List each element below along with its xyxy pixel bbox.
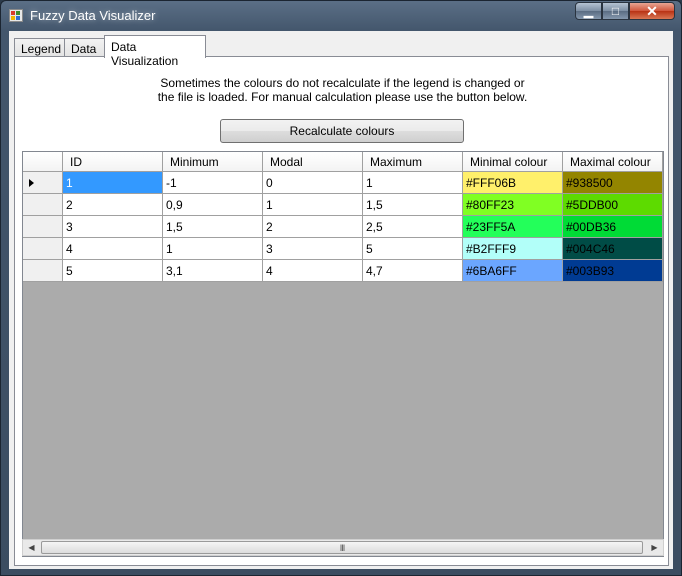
cell-maximal-colour[interactable]: #004C46 <box>563 238 663 260</box>
table-row[interactable]: 1 -1 0 1 #FFF06B #938500 <box>23 172 663 194</box>
column-header-minimal-colour[interactable]: Minimal colour <box>463 152 563 172</box>
tab-data-visualization[interactable]: Data Visualization <box>104 35 206 68</box>
grid-header-row: ID Minimum Modal Maximum Minimal colour … <box>23 152 663 174</box>
app-icon <box>9 9 23 22</box>
app-window: Fuzzy Data Visualizer ▁ □ ✕ Legend Data … <box>0 0 682 576</box>
client-area: Legend Data Data Visualization Sometimes… <box>9 31 673 569</box>
cell-modal[interactable]: 1 <box>263 194 363 216</box>
data-grid[interactable]: ID Minimum Modal Maximum Minimal colour … <box>22 151 664 557</box>
tab-data[interactable]: Data <box>64 38 106 57</box>
cell-modal[interactable]: 2 <box>263 216 363 238</box>
table-row[interactable]: 3 1,5 2 2,5 #23FF5A #00DB36 <box>23 216 663 238</box>
close-button[interactable]: ✕ <box>629 2 675 20</box>
column-header-id[interactable]: ID <box>63 152 163 172</box>
cell-id[interactable]: 5 <box>63 260 163 282</box>
data-visualization-page: Sometimes the colours do not recalculate… <box>14 56 669 566</box>
cell-modal[interactable]: 3 <box>263 238 363 260</box>
cell-maximum[interactable]: 1,5 <box>363 194 463 216</box>
column-header-maximum[interactable]: Maximum <box>363 152 463 172</box>
cell-minimal-colour[interactable]: #6BA6FF <box>463 260 563 282</box>
cell-minimal-colour[interactable]: #80FF23 <box>463 194 563 216</box>
cell-id[interactable]: 3 <box>63 216 163 238</box>
cell-maximal-colour[interactable]: #5DDB00 <box>563 194 663 216</box>
cell-minimum[interactable]: 0,9 <box>163 194 263 216</box>
tab-legend[interactable]: Legend <box>14 38 65 57</box>
scroll-thumb[interactable]: III <box>41 541 643 554</box>
current-row-arrow-icon <box>29 179 34 187</box>
info-line-2: the file is loaded. For manual calculati… <box>157 90 528 104</box>
cell-maximum[interactable]: 2,5 <box>363 216 463 238</box>
corner-header[interactable] <box>23 152 63 172</box>
table-row[interactable]: 2 0,9 1 1,5 #80FF23 #5DDB00 <box>23 194 663 216</box>
cell-maximal-colour[interactable]: #00DB36 <box>563 216 663 238</box>
scroll-right-icon[interactable]: ▶ <box>646 540 663 555</box>
recalculate-colours-button[interactable]: Recalculate colours <box>220 119 464 143</box>
row-header[interactable] <box>23 260 63 282</box>
cell-minimal-colour[interactable]: #FFF06B <box>463 172 563 194</box>
cell-minimum[interactable]: -1 <box>163 172 263 194</box>
cell-modal[interactable]: 0 <box>263 172 363 194</box>
column-header-minimum[interactable]: Minimum <box>163 152 263 172</box>
title-bar[interactable]: Fuzzy Data Visualizer ▁ □ ✕ <box>1 1 681 31</box>
cell-id[interactable]: 4 <box>63 238 163 260</box>
info-line-1: Sometimes the colours do not recalculate… <box>160 76 525 90</box>
cell-minimum[interactable]: 3,1 <box>163 260 263 282</box>
minimize-button[interactable]: ▁ <box>575 2 602 20</box>
cell-maximum[interactable]: 4,7 <box>363 260 463 282</box>
table-row[interactable]: 5 3,1 4 4,7 #6BA6FF #003B93 <box>23 260 663 282</box>
horizontal-scrollbar[interactable]: ◀ III ▶ <box>22 539 664 556</box>
cell-maximal-colour[interactable]: #003B93 <box>563 260 663 282</box>
cell-maximum[interactable]: 1 <box>363 172 463 194</box>
row-header[interactable] <box>23 238 63 260</box>
row-header[interactable] <box>23 194 63 216</box>
row-header[interactable] <box>23 216 63 238</box>
cell-id[interactable]: 1 <box>63 172 163 194</box>
scroll-left-icon[interactable]: ◀ <box>23 540 40 555</box>
cell-id[interactable]: 2 <box>63 194 163 216</box>
window-title: Fuzzy Data Visualizer <box>30 8 156 23</box>
cell-modal[interactable]: 4 <box>263 260 363 282</box>
info-text: Sometimes the colours do not recalculate… <box>15 76 670 104</box>
column-header-modal[interactable]: Modal <box>263 152 363 172</box>
cell-minimum[interactable]: 1 <box>163 238 263 260</box>
cell-minimal-colour[interactable]: #23FF5A <box>463 216 563 238</box>
table-row[interactable]: 4 1 3 5 #B2FFF9 #004C46 <box>23 238 663 260</box>
cell-maximum[interactable]: 5 <box>363 238 463 260</box>
row-header[interactable] <box>23 172 63 194</box>
maximize-button[interactable]: □ <box>602 2 629 20</box>
cell-minimal-colour[interactable]: #B2FFF9 <box>463 238 563 260</box>
cell-maximal-colour[interactable]: #938500 <box>563 172 663 194</box>
column-header-maximal-colour[interactable]: Maximal colour <box>563 152 663 172</box>
cell-minimum[interactable]: 1,5 <box>163 216 263 238</box>
